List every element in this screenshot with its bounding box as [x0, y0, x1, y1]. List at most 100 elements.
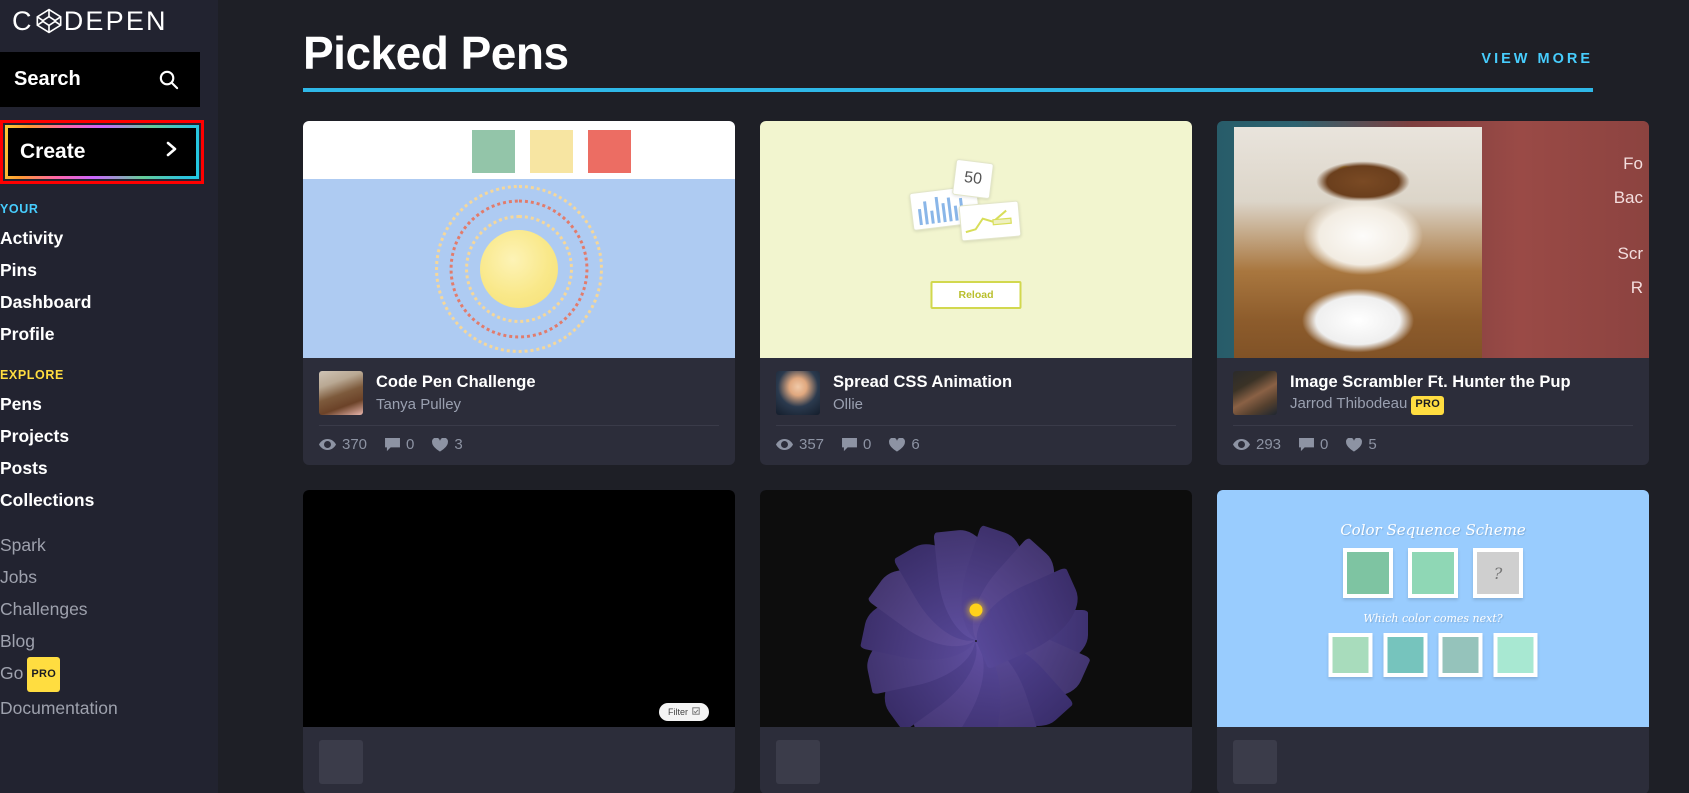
preview-black: Filter: [303, 490, 735, 727]
avatar[interactable]: [1233, 740, 1277, 784]
color-swatch-unknown[interactable]: ?: [1473, 548, 1523, 598]
hearts-count: 3: [454, 436, 463, 453]
comment-icon: [385, 437, 400, 452]
pen-preview[interactable]: Filter: [303, 490, 735, 727]
pen-meta: Image Scrambler Ft. Hunter the Pup Jarro…: [1217, 358, 1649, 425]
sidebar-item-collections[interactable]: Collections: [0, 484, 218, 516]
pen-card[interactable]: Code Pen Challenge Tanya Pulley 370 0 3: [303, 121, 735, 465]
pen-author[interactable]: Tanya Pulley: [376, 394, 536, 415]
pen-preview[interactable]: [760, 490, 1192, 727]
sidebar-item-challenges[interactable]: Challenges: [0, 593, 218, 625]
spread-card-graph: [958, 200, 1022, 242]
color-swatch[interactable]: [1343, 548, 1393, 598]
sidebar-item-profile[interactable]: Profile: [0, 318, 218, 350]
avatar[interactable]: [1233, 371, 1277, 415]
color-sequence-subtitle: Which color comes next?: [1363, 612, 1503, 625]
sidebar-item-jobs[interactable]: Jobs: [0, 561, 218, 593]
pen-meta: Code Pen Challenge Tanya Pulley: [303, 358, 735, 425]
pen-card[interactable]: Filter: [303, 490, 735, 793]
line-graph-icon: [965, 209, 1012, 234]
pen-author[interactable]: Ollie: [833, 394, 1012, 415]
chevron-right-icon: [164, 139, 180, 165]
codepen-logo[interactable]: C DEPEN: [0, 4, 218, 38]
color-option[interactable]: [1493, 633, 1538, 677]
sidebar-item-go-pro[interactable]: Go PRO: [0, 657, 218, 692]
pen-card[interactable]: 50 Reload Spread CSS Animation Ollie 357…: [760, 121, 1192, 465]
pen-title[interactable]: Code Pen Challenge: [376, 371, 536, 393]
section-header: Picked Pens VIEW MORE: [303, 30, 1593, 76]
sidebar-item-pins[interactable]: Pins: [0, 254, 218, 286]
color-option[interactable]: [1383, 633, 1428, 677]
author-name: Jarrod Thibodeau: [1290, 395, 1408, 413]
spread-cards-group: 50: [908, 158, 1036, 253]
sidebar-item-projects[interactable]: Projects: [0, 420, 218, 452]
sidebar-item-pens[interactable]: Pens: [0, 388, 218, 420]
heart-icon: [1346, 437, 1363, 452]
comments-count: 0: [863, 436, 872, 453]
avatar[interactable]: [776, 371, 820, 415]
codepen-mark-icon: [35, 7, 63, 35]
color-sequence-row-1: ?: [1343, 548, 1523, 598]
sidebar-item-blog[interactable]: Blog: [0, 625, 218, 657]
section-underline: [303, 88, 1593, 92]
pen-preview[interactable]: [303, 121, 735, 358]
sidebar-item-posts[interactable]: Posts: [0, 452, 218, 484]
avatar[interactable]: [319, 740, 363, 784]
pen-title[interactable]: Spread CSS Animation: [833, 371, 1012, 393]
pen-stats: 293 0 5: [1233, 425, 1633, 465]
pen-card[interactable]: [760, 490, 1192, 793]
side-line-4: R: [1630, 278, 1643, 297]
sidebar-heading-your: YOUR: [0, 202, 39, 216]
reload-button[interactable]: Reload: [930, 281, 1022, 309]
search-input[interactable]: Search: [0, 52, 200, 107]
sun-shape: [480, 229, 558, 308]
sidebar-item-spark[interactable]: Spark: [0, 529, 218, 561]
hearts-stat: 6: [889, 436, 920, 453]
color-sequence-title: Color Sequence Scheme: [1340, 521, 1526, 539]
preview-sky: [303, 179, 735, 358]
sidebar-item-documentation[interactable]: Documentation: [0, 692, 218, 724]
pen-preview[interactable]: 50 Reload: [760, 121, 1192, 358]
avatar[interactable]: [776, 740, 820, 784]
spread-card-counter: 50: [951, 158, 995, 200]
page-title: Picked Pens: [303, 27, 569, 79]
comments-stat: 0: [1299, 436, 1328, 453]
color-option[interactable]: [1328, 633, 1373, 677]
views-stat: 370: [319, 436, 367, 453]
swatch-yellow: [530, 130, 573, 173]
pen-stats: 357 0 6: [776, 425, 1176, 465]
heart-icon: [432, 437, 449, 452]
sidebar-item-dashboard[interactable]: Dashboard: [0, 286, 218, 318]
color-option[interactable]: [1438, 633, 1483, 677]
color-swatch[interactable]: [1408, 548, 1458, 598]
pen-author[interactable]: Jarrod Thibodeau PRO: [1290, 393, 1571, 415]
view-more-link[interactable]: VIEW MORE: [1481, 51, 1593, 67]
pen-preview[interactable]: Color Sequence Scheme ? Which color come…: [1217, 490, 1649, 727]
pen-card[interactable]: Color Sequence Scheme ? Which color come…: [1217, 490, 1649, 793]
pen-preview[interactable]: Fo Bac Scr R: [1217, 121, 1649, 358]
pen-card[interactable]: Fo Bac Scr R Image Scrambler Ft. Hunter …: [1217, 121, 1649, 465]
create-gradient-border: Create: [5, 125, 199, 179]
go-pro-label: Go: [0, 663, 24, 683]
search-icon[interactable]: [157, 68, 180, 91]
side-line-2: Bac: [1613, 188, 1643, 207]
filter-badge[interactable]: Filter: [659, 703, 709, 721]
create-button[interactable]: Create: [8, 128, 196, 176]
sidebar-heading-explore: EXPLORE: [0, 368, 64, 382]
views-count: 370: [342, 436, 368, 453]
eye-icon: [1233, 438, 1250, 451]
swatch-green: [472, 130, 515, 173]
sidebar-divider-gap: [0, 516, 218, 529]
avatar[interactable]: [319, 371, 363, 415]
preview-spread: 50 Reload: [760, 121, 1192, 358]
sidebar-item-activity[interactable]: Activity: [0, 222, 218, 254]
views-stat: 293: [1233, 436, 1281, 453]
eye-icon: [776, 438, 793, 451]
filter-label: Filter: [668, 707, 688, 717]
pen-meta: [303, 727, 735, 793]
comment-icon: [1299, 437, 1314, 452]
swatch-red: [588, 130, 631, 173]
comments-stat: 0: [842, 436, 871, 453]
pen-title[interactable]: Image Scrambler Ft. Hunter the Pup: [1290, 371, 1571, 393]
hearts-count: 6: [911, 436, 920, 453]
